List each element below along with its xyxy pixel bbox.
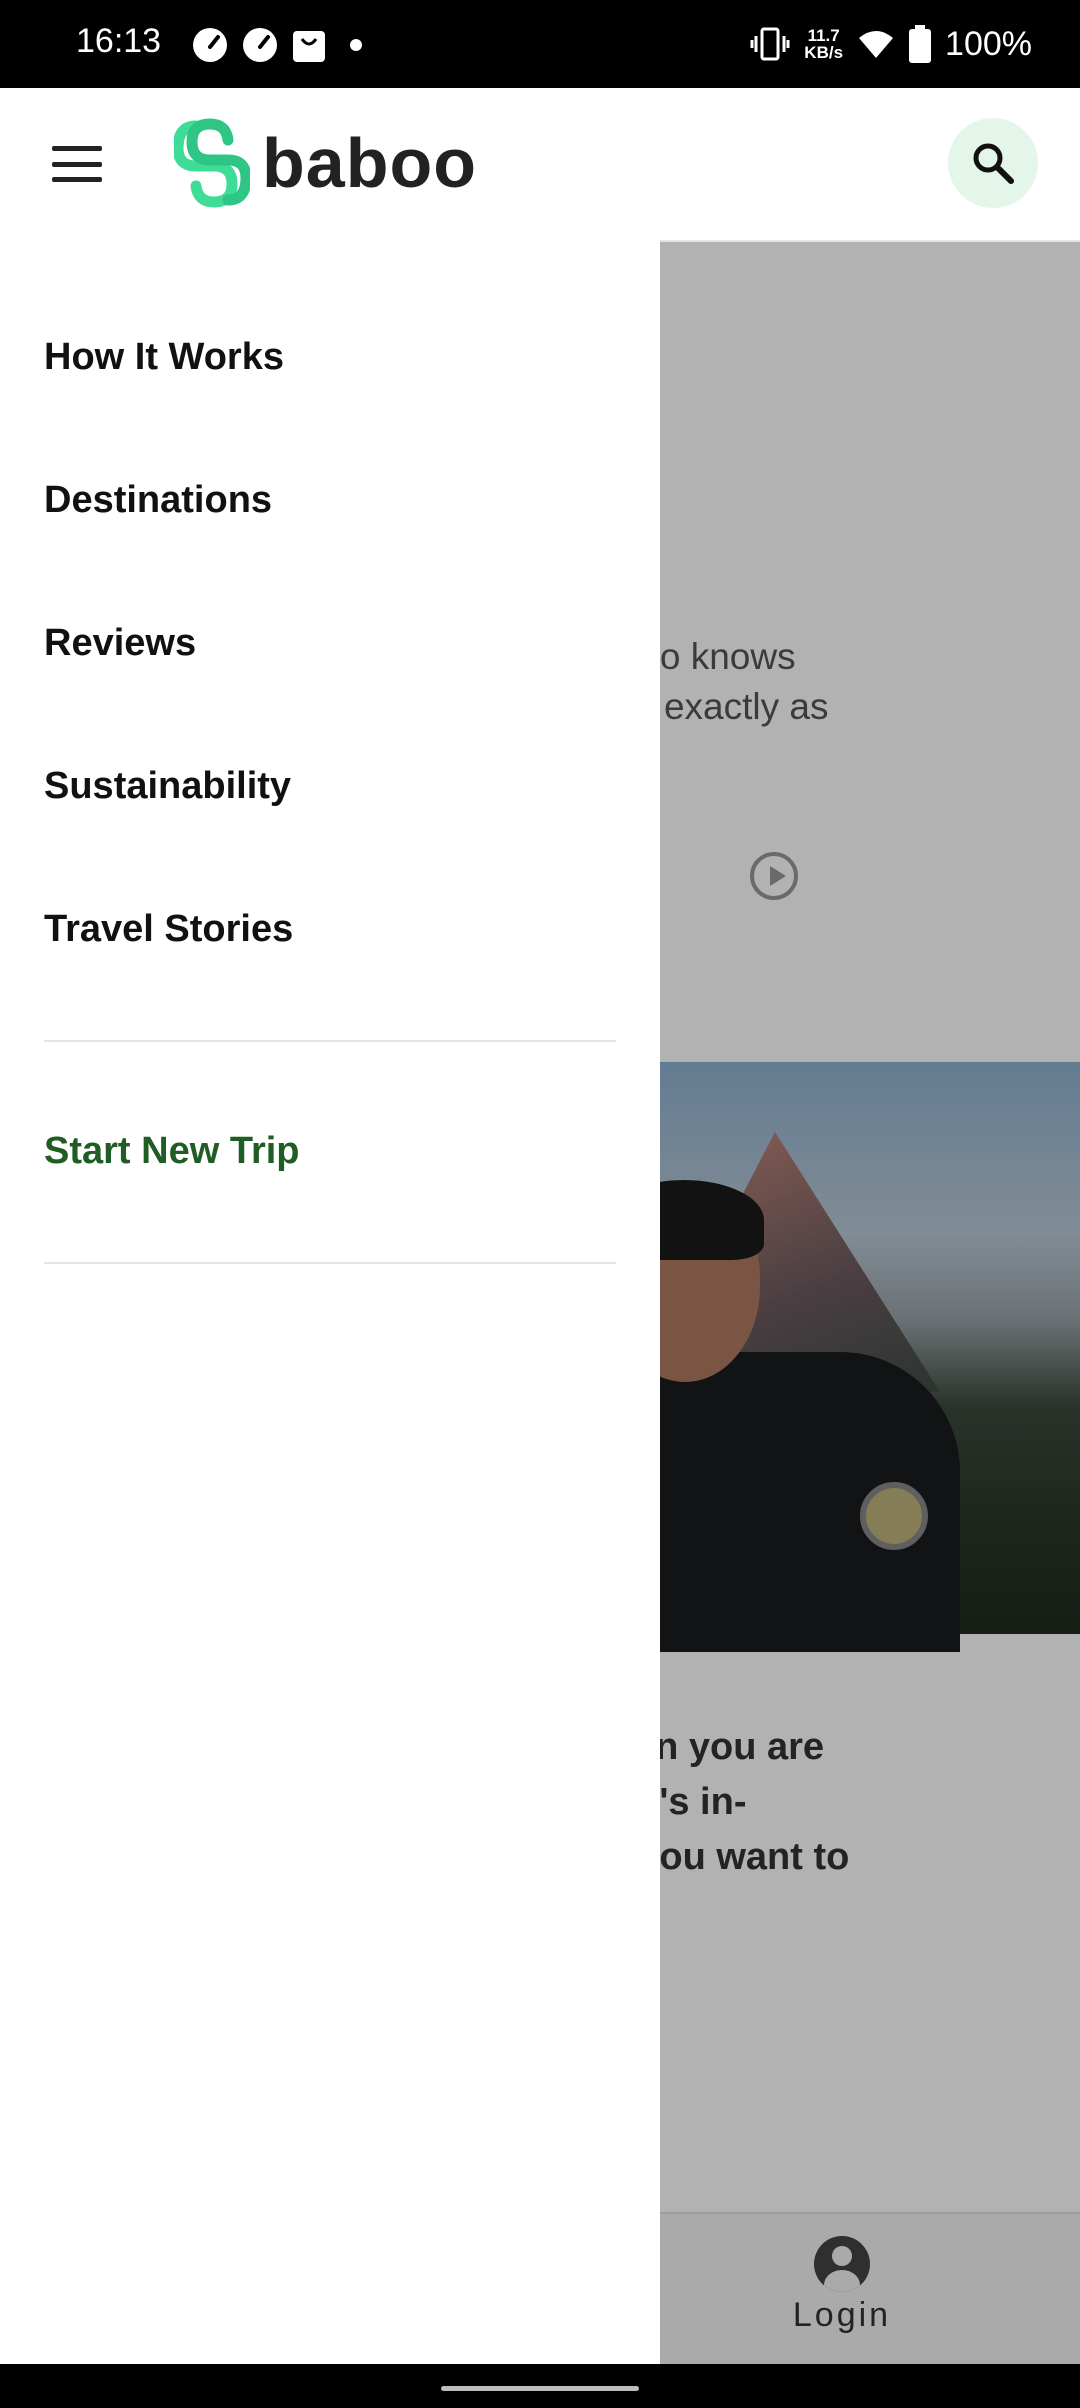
speed-icon [243,28,277,62]
system-nav-bar [0,2364,1080,2408]
menu-item-reviews[interactable]: Reviews [44,622,196,665]
divider [44,1040,616,1042]
status-bar: 16:13 11.7 KB/s 100% [0,0,1080,88]
shopping-bag-icon [293,31,325,62]
dot-icon [350,39,362,51]
status-right: 11.7 KB/s 100% [750,20,1032,68]
search-button[interactable] [948,118,1038,208]
baboo-logo[interactable]: baboo [174,118,477,208]
wifi-icon [859,31,894,58]
search-icon [973,143,1014,184]
battery-icon [909,25,932,63]
hamburger-menu-icon[interactable] [52,146,102,182]
menu-item-how-it-works[interactable]: How It Works [44,336,284,379]
divider [44,1262,616,1264]
vibrate-icon [750,27,790,61]
battery-percent: 100% [945,24,1032,63]
home-gesture-handle[interactable] [441,2386,639,2391]
notification-icons [192,24,362,66]
network-speed-value: 11.7 [807,26,840,45]
app-header: baboo [0,88,1080,242]
navigation-drawer: How It Works Destinations Reviews Sustai… [0,240,660,2364]
speed-icon [193,28,227,62]
menu-item-travel-stories[interactable]: Travel Stories [44,908,293,951]
network-speed: 11.7 KB/s [804,27,843,61]
status-time: 16:13 [76,22,162,60]
menu-item-sustainability[interactable]: Sustainability [44,765,291,808]
menu-item-destinations[interactable]: Destinations [44,479,272,522]
network-speed-unit: KB/s [804,43,844,62]
logo-text: baboo [262,124,477,202]
start-new-trip-button[interactable]: Start New Trip [44,1130,300,1173]
baboo-logo-icon [174,118,250,208]
